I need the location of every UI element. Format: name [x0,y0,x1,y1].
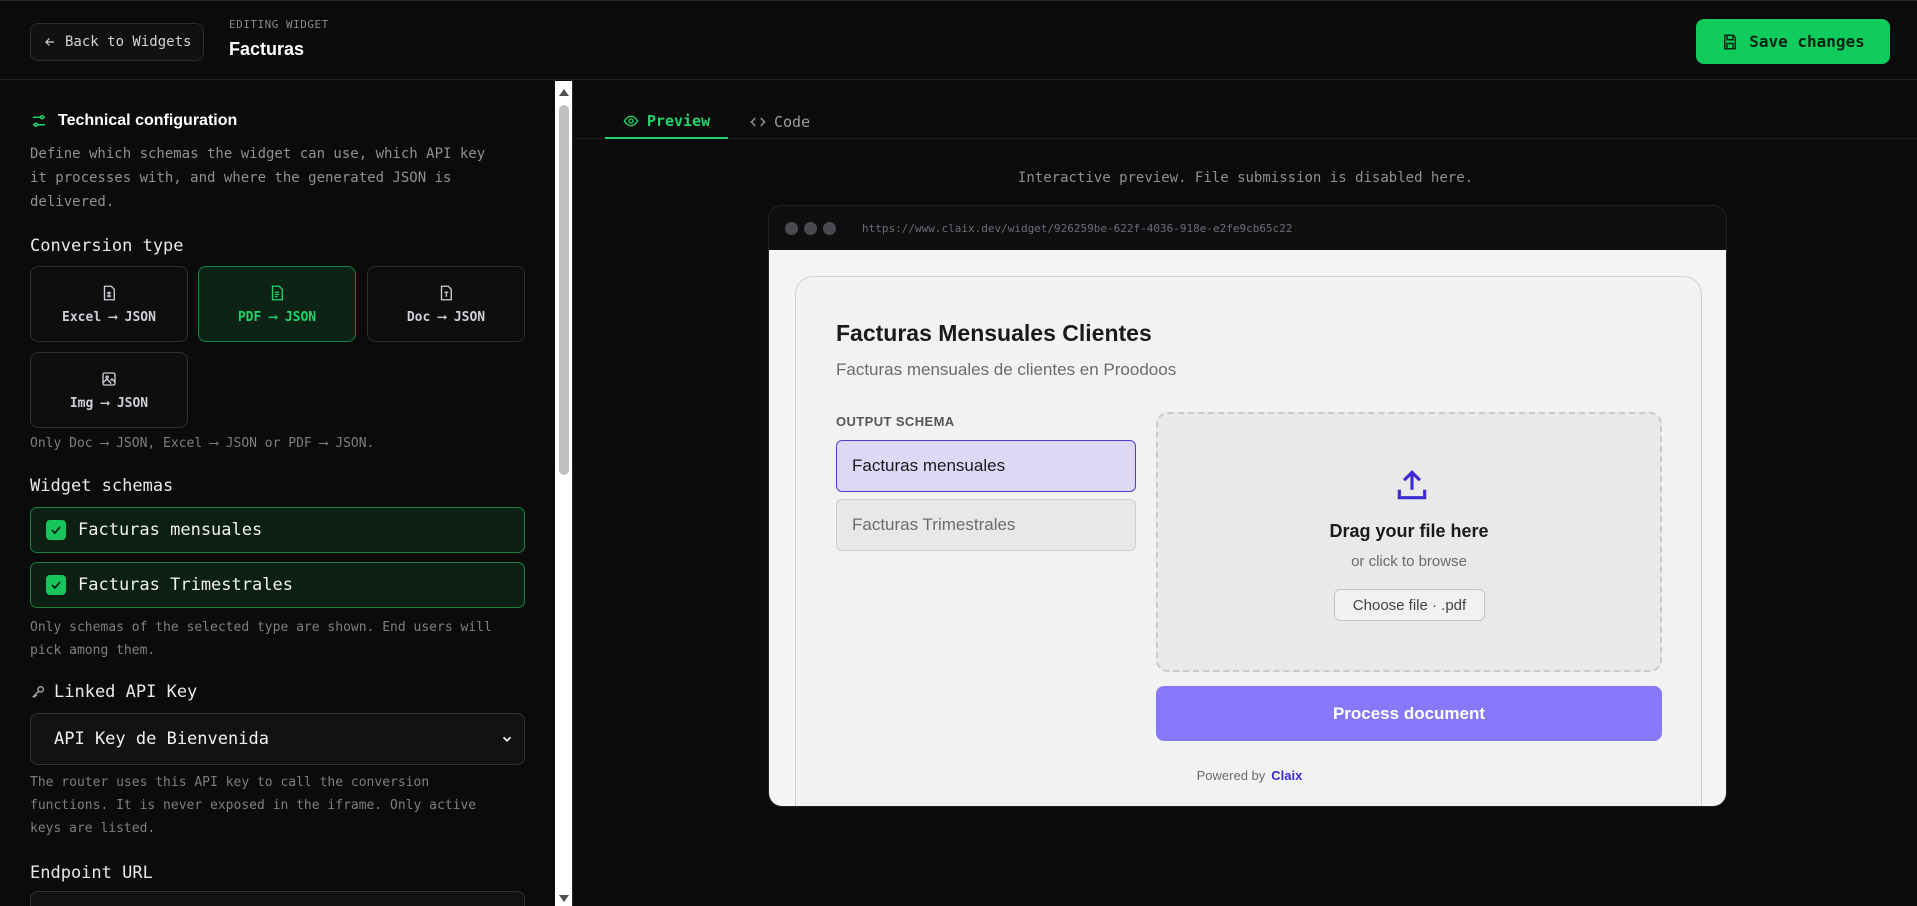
window-dot [804,221,817,235]
api-key-hint: The router uses this API key to call the… [30,775,477,836]
drop-subtitle: or click to browse [1351,553,1467,570]
schema-checkbox-trimestrales[interactable]: Facturas Trimestrales [30,562,525,608]
drop-title: Drag your file here [1329,521,1489,541]
pdf-file-icon [271,285,283,300]
top-bar: Back to Widgets EDITING WIDGET Facturas … [0,0,1917,80]
schema-option-trimestrales[interactable]: Facturas Trimestrales [836,499,1136,551]
linked-api-key-label: Linked API Key [30,682,197,702]
conversion-label: PDF ⟶ JSON [237,309,317,325]
choose-file-button[interactable]: Choose file · .pdf [1334,589,1485,621]
api-key-label-text: Linked API Key [54,682,198,702]
browser-url: https://www.claix.dev/widget/926259be-62… [862,221,1293,235]
conversion-img-json[interactable]: Img ⟶ JSON [30,352,188,428]
schema-label: Facturas mensuales [78,520,263,540]
arrow-left-icon [45,38,55,46]
left-panel-scrollbar[interactable] [555,81,573,906]
code-icon [750,117,766,127]
api-key-select[interactable]: API Key de Bienvenida [30,713,525,765]
doc-file-icon [440,285,452,300]
checkbox-checked-icon [46,575,66,595]
section-title: Technical configuration [58,112,238,129]
image-icon [102,371,116,386]
window-dot [785,221,798,235]
config-panel: Technical configuration Define which sch… [0,81,555,906]
endpoint-url-label: Endpoint URL [30,863,153,883]
tab-code[interactable]: Code [750,105,810,139]
conversion-excel-json[interactable]: Excel ⟶ JSON [30,266,188,342]
conversion-type-label: Conversion type [30,236,184,256]
preview-note: Interactive preview. File submission is … [1017,170,1474,186]
scroll-thumb[interactable] [559,105,569,475]
widget-schemas-label: Widget schemas [30,476,174,496]
conversion-hint: Only Doc ⟶ JSON, Excel ⟶ JSON or PDF ⟶ J… [30,436,375,451]
tab-label: Preview [646,112,711,130]
output-schema-label: OUTPUT SCHEMA [836,414,955,429]
conversion-label: Img ⟶ JSON [69,395,149,411]
widget-subtitle: Facturas mensuales de clientes en Proodo… [836,360,1177,379]
sliders-icon [33,115,45,127]
scroll-up-arrow-icon[interactable] [559,89,569,96]
file-dropzone[interactable]: Drag your file here or click to browse C… [1156,412,1662,672]
eye-icon [623,115,639,127]
save-changes-button[interactable]: Save changes [1696,19,1890,64]
page-title: Facturas [229,39,305,59]
scroll-down-arrow-icon[interactable] [559,895,569,902]
conversion-label: Doc ⟶ JSON [406,309,486,325]
api-key-value: API Key de Bienvenida [54,729,269,749]
option-label: Facturas Trimestrales [852,515,1016,534]
schema-checkbox-mensuales[interactable]: Facturas mensuales [30,507,525,553]
conversion-doc-json[interactable]: Doc ⟶ JSON [367,266,525,342]
schemas-hint: Only schemas of the selected type are sh… [30,620,492,658]
chevron-down-icon [502,736,512,742]
back-label: Back to Widgets [65,34,192,50]
widget-viewport: Facturas Mensuales Clientes Facturas men… [769,250,1726,806]
section-description: Define which schemas the widget can use,… [30,146,486,210]
key-icon [32,686,44,698]
option-label: Facturas mensuales [852,456,1006,475]
spreadsheet-icon [103,285,115,300]
save-label: Save changes [1749,32,1865,51]
save-icon [1724,34,1737,49]
checkbox-checked-icon [46,520,66,540]
upload-icon [1397,470,1427,500]
endpoint-url-input[interactable] [30,891,525,906]
brand-link[interactable]: Claix [1271,768,1302,783]
tab-preview[interactable]: Preview [605,105,728,139]
editing-tag: EDITING WIDGET [229,18,329,31]
widget-title: Facturas Mensuales Clientes [836,320,1152,346]
preview-tabs: Preview Code [574,81,1917,139]
window-dot [823,221,836,235]
powered-by: Powered by Claix [796,768,1703,783]
conversion-pdf-json[interactable]: PDF ⟶ JSON [198,266,356,342]
browser-bar: https://www.claix.dev/widget/926259be-62… [769,206,1726,250]
browser-frame: https://www.claix.dev/widget/926259be-62… [768,205,1727,807]
process-document-button[interactable]: Process document [1156,686,1662,741]
conversion-label: Excel ⟶ JSON [62,309,156,325]
back-to-widgets-button[interactable]: Back to Widgets [30,23,205,61]
schema-label: Facturas Trimestrales [78,575,293,595]
powered-by-text: Powered by [1196,768,1266,783]
preview-panel: Preview Code Interactive preview. File s… [574,81,1917,906]
tab-label: Code [774,113,811,131]
technical-config-heading: Technical configuration [30,112,237,130]
schema-option-mensuales[interactable]: Facturas mensuales [836,440,1136,492]
widget-card: Facturas Mensuales Clientes Facturas men… [795,276,1703,806]
